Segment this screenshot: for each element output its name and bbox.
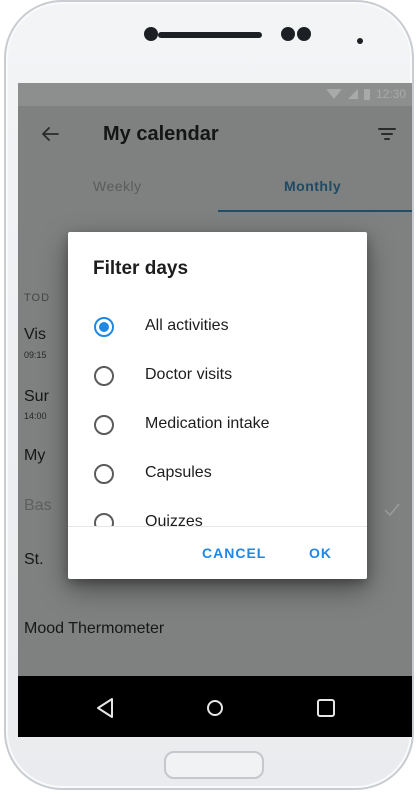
status-time: 12:30: [375, 87, 406, 101]
tab-weekly[interactable]: Weekly: [93, 178, 142, 194]
ok-button[interactable]: OK: [309, 545, 332, 561]
sensor-left: [281, 27, 295, 41]
list-item[interactable]: St.: [24, 551, 44, 569]
proximity-sensor: [357, 38, 363, 44]
check-icon: [384, 503, 400, 517]
status-bar: 12:30: [18, 83, 412, 106]
app-bar: My calendar: [18, 106, 412, 162]
option-doctor-visits[interactable]: Doctor visits: [68, 354, 367, 402]
signal-icon: [347, 89, 358, 99]
back-arrow-icon[interactable]: [38, 122, 62, 146]
dialog-title: Filter days: [93, 258, 189, 279]
list-item-time: 09:15: [24, 350, 47, 360]
list-item[interactable]: Mood Thermometer: [24, 620, 164, 638]
list-item[interactable]: Bas: [24, 497, 52, 515]
tab-monthly[interactable]: Monthly: [284, 178, 341, 194]
option-capsules[interactable]: Capsules: [68, 452, 367, 500]
triangle-back-icon[interactable]: [90, 693, 120, 723]
top-bezel: [6, 2, 412, 80]
option-label: All activities: [145, 317, 229, 334]
wifi-icon: [325, 89, 342, 99]
option-label: Medication intake: [145, 415, 270, 432]
earpiece-speaker: [158, 32, 262, 38]
tab-bar: Weekly Monthly: [18, 162, 412, 214]
dialog-divider: [68, 526, 367, 527]
list-item[interactable]: My: [24, 447, 45, 465]
page-title: My calendar: [103, 123, 219, 145]
radio-unselected-icon[interactable]: [94, 366, 114, 386]
option-label: Doctor visits: [145, 366, 233, 383]
status-icons: 12:30: [325, 87, 406, 101]
square-recents-icon[interactable]: [311, 693, 341, 723]
option-label: Capsules: [145, 464, 212, 481]
list-item-time: 14:00: [24, 411, 47, 421]
filter-icon[interactable]: [376, 123, 398, 145]
radio-unselected-icon[interactable]: [94, 415, 114, 435]
option-medication-intake[interactable]: Medication intake: [68, 403, 367, 451]
list-item[interactable]: Sur: [24, 388, 49, 406]
sensor-right: [297, 27, 311, 41]
front-camera: [144, 27, 158, 41]
radio-unselected-icon[interactable]: [94, 464, 114, 484]
physical-home-button[interactable]: [164, 751, 264, 779]
filter-options-list[interactable]: All activities Doctor visits Medication …: [68, 305, 367, 526]
circle-home-icon[interactable]: [200, 693, 230, 723]
battery-icon: [363, 88, 370, 100]
tab-indicator: [218, 210, 412, 212]
option-all-activities[interactable]: All activities: [68, 305, 367, 353]
radio-selected-icon[interactable]: [94, 317, 114, 337]
radio-unselected-icon[interactable]: [94, 513, 114, 526]
section-label-today: TOD: [24, 292, 51, 304]
option-label: Quizzes: [145, 513, 203, 526]
system-nav-bar: [18, 676, 412, 737]
list-item[interactable]: Vis: [24, 326, 46, 344]
option-quizzes[interactable]: Quizzes: [68, 501, 367, 526]
cancel-button[interactable]: CANCEL: [202, 545, 266, 561]
filter-days-dialog: Filter days All activities Doctor visits…: [68, 232, 367, 579]
